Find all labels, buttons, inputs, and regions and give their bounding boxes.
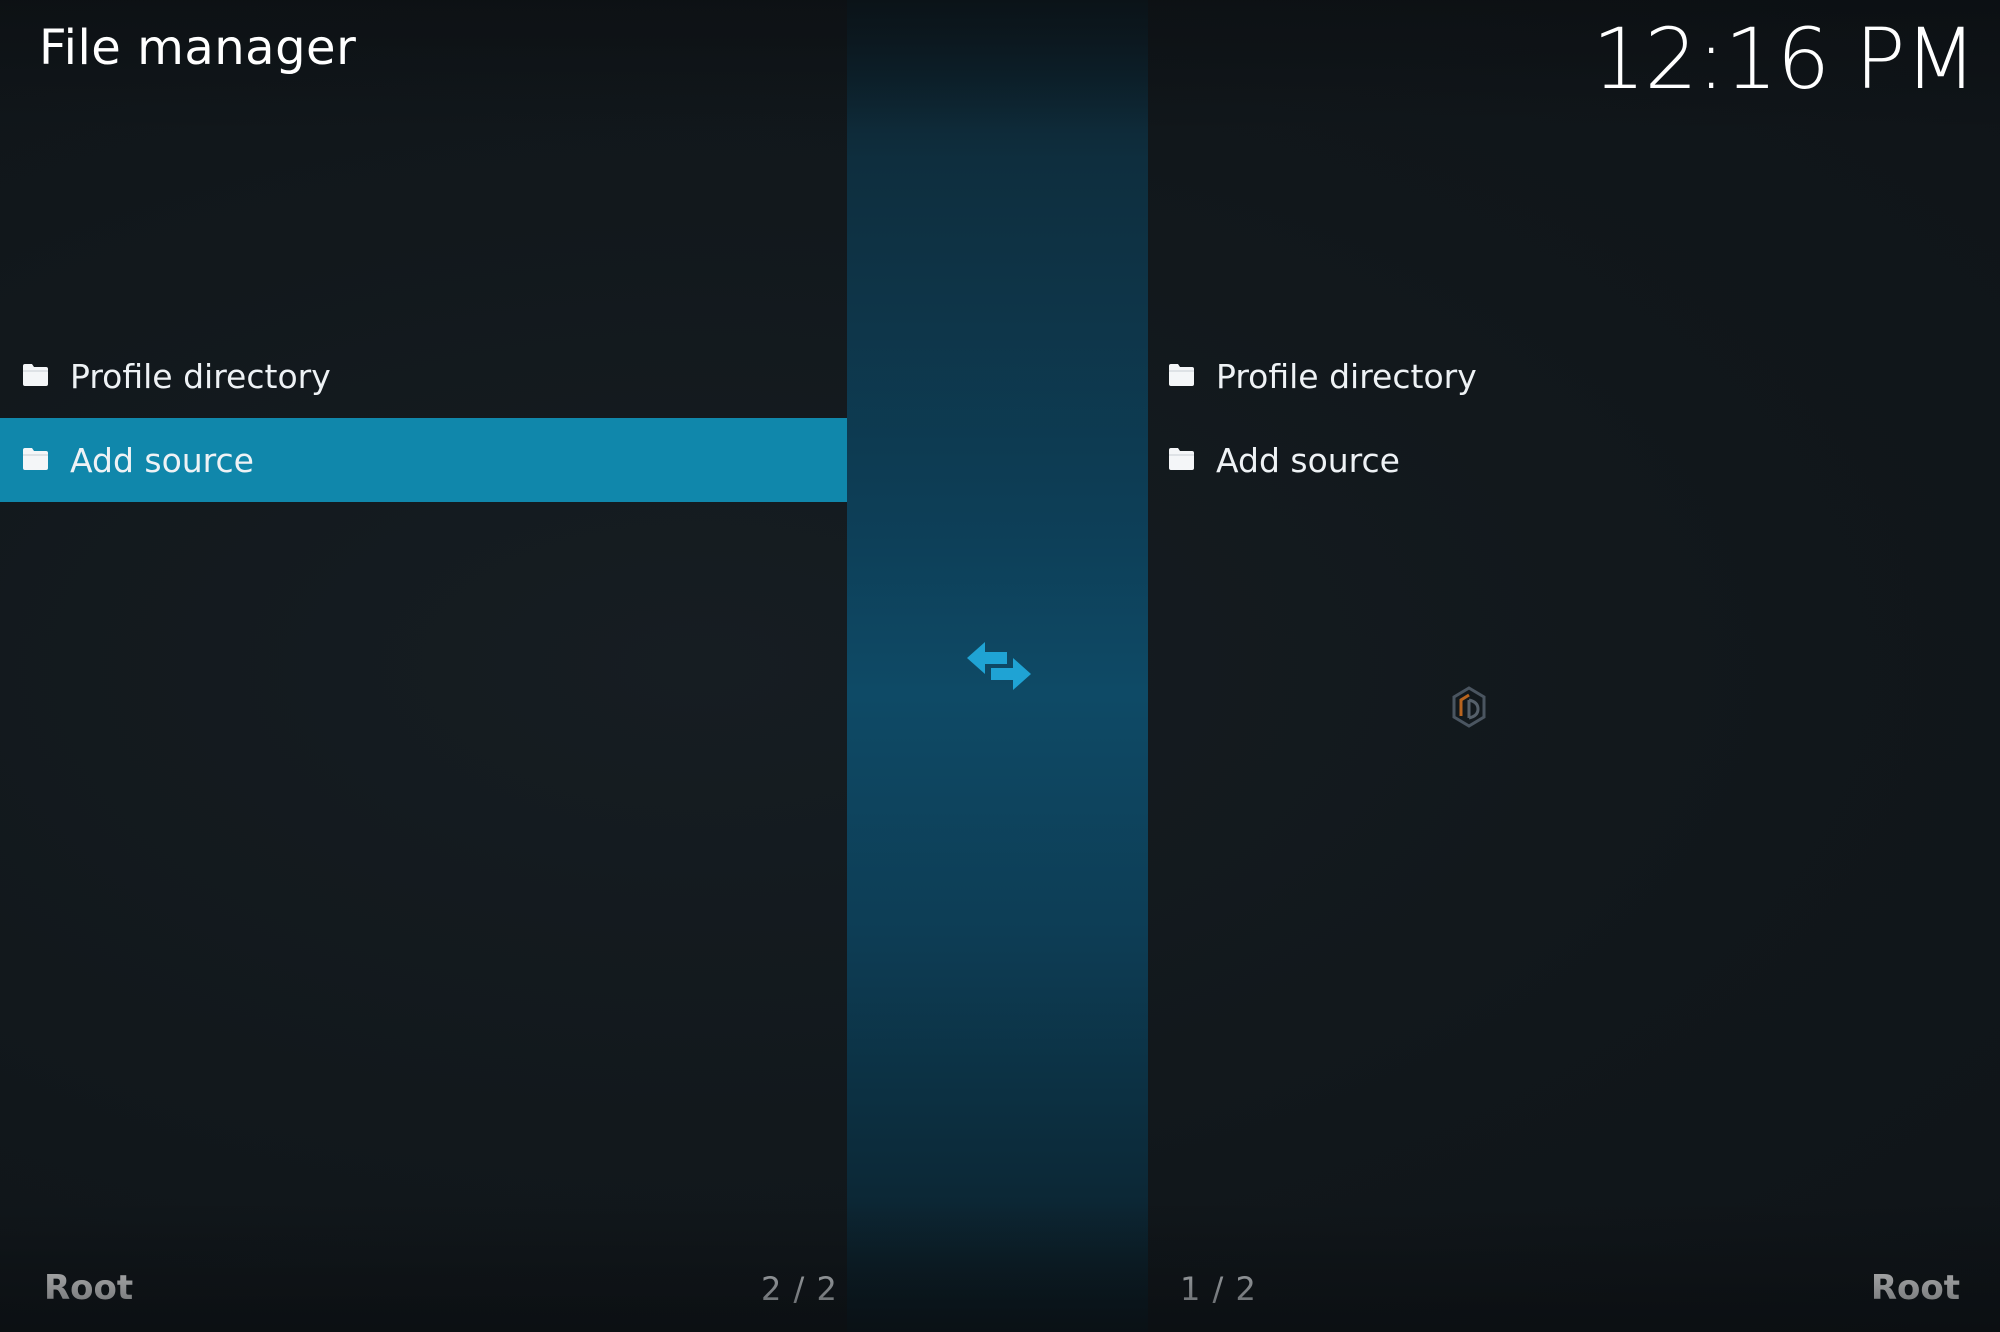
folder-icon [1169,364,1194,386]
folder-icon [23,364,48,386]
left-file-list: Profile directory Add source [0,334,847,502]
current-path: Root [44,1268,134,1308]
list-item-label: Profile directory [1216,356,1477,396]
right-file-list: Profile directory Add source [1148,334,2000,502]
swap-arrows-icon[interactable] [963,634,1035,698]
list-item-label: Profile directory [70,356,331,396]
file-manager-window: Profile directory Add source Root 2 / 2 … [0,0,2000,1332]
page-title: File manager [39,20,357,76]
list-item-add-source[interactable]: Add source [0,418,847,502]
item-counter: 2 / 2 [761,1270,838,1308]
right-file-panel: Profile directory Add source 1 / 2 Root [1148,0,2000,1332]
list-item-profile-directory[interactable]: Profile directory [0,334,847,418]
list-item-label: Add source [1216,440,1400,480]
item-counter: 1 / 2 [1180,1270,1257,1308]
current-path: Root [1870,1268,1960,1308]
center-divider [847,0,1148,1332]
folder-icon [23,448,48,470]
left-file-panel: Profile directory Add source Root 2 / 2 [0,0,847,1332]
clock: 12:16 PM [1592,10,1977,108]
list-item-profile-directory[interactable]: Profile directory [1148,334,2000,418]
list-item-add-source[interactable]: Add source [1148,418,2000,502]
folder-icon [1169,448,1194,470]
logo-watermark-icon [1452,686,1486,728]
list-item-label: Add source [70,440,254,480]
